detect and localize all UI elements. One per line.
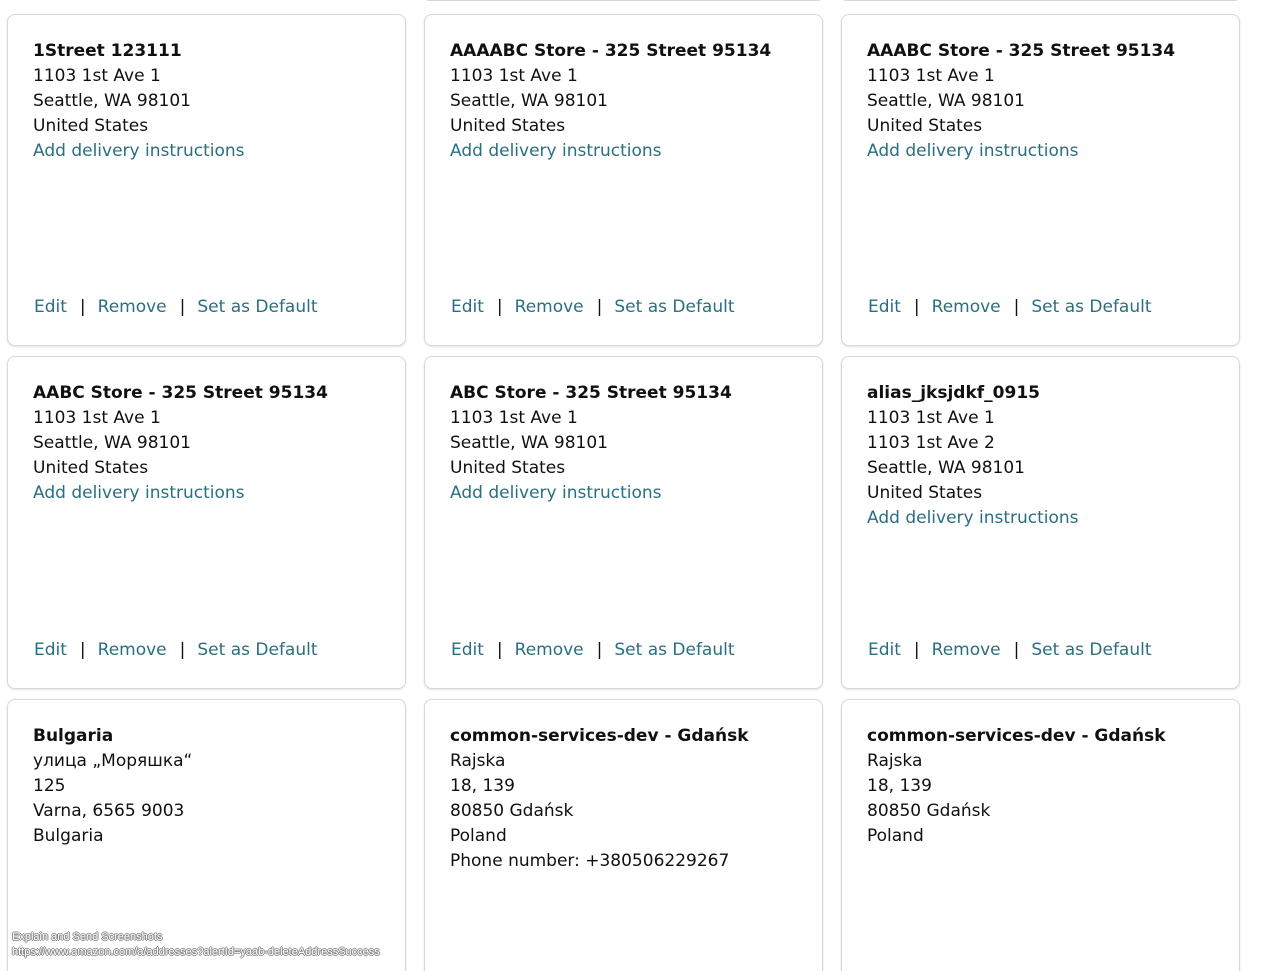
address-actions: Edit | Remove | Set as Default bbox=[34, 638, 318, 662]
address-line: 1103 1st Ave 1 bbox=[867, 408, 995, 428]
remove-link[interactable]: Remove bbox=[98, 297, 167, 317]
address-line: Rajska bbox=[450, 751, 506, 771]
edit-link[interactable]: Edit bbox=[868, 640, 901, 660]
set-as-default-link[interactable]: Set as Default bbox=[197, 640, 317, 660]
address-line: 1103 1st Ave 1 bbox=[867, 66, 995, 86]
address-card: ABC Store - 325 Street 95134 1103 1st Av… bbox=[424, 356, 823, 689]
address-card: AAABC Store - 325 Street 95134 1103 1st … bbox=[841, 14, 1240, 346]
separator: | bbox=[913, 297, 920, 317]
edit-link[interactable]: Edit bbox=[34, 640, 67, 660]
separator: | bbox=[496, 297, 503, 317]
separator: | bbox=[913, 640, 920, 660]
separator: | bbox=[596, 640, 603, 660]
edit-link[interactable]: Edit bbox=[868, 297, 901, 317]
address-line: 125 bbox=[33, 776, 66, 796]
edit-link[interactable]: Edit bbox=[451, 297, 484, 317]
remove-link[interactable]: Remove bbox=[98, 640, 167, 660]
address-line: 80850 Gdańsk bbox=[450, 801, 574, 821]
address-card: common-services-dev - Gdańsk Rajska 18, … bbox=[841, 699, 1240, 971]
remove-link[interactable]: Remove bbox=[515, 640, 584, 660]
set-as-default-link[interactable]: Set as Default bbox=[197, 297, 317, 317]
separator: | bbox=[496, 640, 503, 660]
address-name: Bulgaria bbox=[33, 726, 114, 746]
address-line: Varna, 6565 9003 bbox=[33, 801, 185, 821]
address-line: United States bbox=[33, 116, 149, 136]
address-line: улица „Моряшка“ bbox=[33, 751, 193, 771]
address-card: alias_jksjdkf_0915 1103 1st Ave 1 1103 1… bbox=[841, 356, 1240, 689]
add-delivery-instructions-link[interactable]: Add delivery instructions bbox=[450, 481, 812, 506]
separator: | bbox=[1013, 640, 1020, 660]
add-delivery-instructions-link[interactable]: Add delivery instructions bbox=[867, 139, 1229, 164]
address-line: Seattle, WA 98101 bbox=[33, 91, 191, 111]
address-line: United States bbox=[450, 458, 566, 478]
separator: | bbox=[179, 640, 186, 660]
separator: | bbox=[179, 297, 186, 317]
address-actions: Edit | Remove | Set as Default bbox=[451, 638, 735, 662]
address-line: 18, 139 bbox=[450, 776, 515, 796]
add-delivery-instructions-link[interactable]: Add delivery instructions bbox=[867, 506, 1229, 531]
address-name: AAAABC Store - 325 Street 95134 bbox=[450, 41, 772, 61]
edit-link[interactable]: Edit bbox=[34, 297, 67, 317]
status-title: Explain and Send Screenshots bbox=[12, 931, 163, 943]
status-url: https://www.amazon.com/a/addresses?alert… bbox=[12, 946, 380, 958]
address-name: ABC Store - 325 Street 95134 bbox=[450, 383, 732, 403]
address-card: AABC Store - 325 Street 95134 1103 1st A… bbox=[7, 356, 406, 689]
address-actions: Edit | Remove | Set as Default bbox=[868, 638, 1152, 662]
address-line: United States bbox=[867, 116, 983, 136]
address-line: United States bbox=[867, 483, 983, 503]
separator: | bbox=[79, 640, 86, 660]
previous-card-edge bbox=[424, 0, 823, 1]
address-line: 1103 1st Ave 1 bbox=[450, 66, 578, 86]
phone-number: Phone number: +380506229267 bbox=[450, 851, 730, 871]
separator: | bbox=[79, 297, 86, 317]
address-line: 1103 1st Ave 1 bbox=[450, 408, 578, 428]
set-as-default-link[interactable]: Set as Default bbox=[1031, 640, 1151, 660]
add-delivery-instructions-link[interactable]: Add delivery instructions bbox=[33, 481, 395, 506]
add-delivery-instructions-link[interactable]: Add delivery instructions bbox=[33, 139, 395, 164]
address-line: Seattle, WA 98101 bbox=[450, 91, 608, 111]
separator: | bbox=[1013, 297, 1020, 317]
address-line: 1103 1st Ave 2 bbox=[867, 433, 995, 453]
address-card: AAAABC Store - 325 Street 95134 1103 1st… bbox=[424, 14, 823, 346]
address-actions: Edit | Remove | Set as Default bbox=[451, 295, 735, 319]
address-name: alias_jksjdkf_0915 bbox=[867, 383, 1040, 403]
remove-link[interactable]: Remove bbox=[932, 297, 1001, 317]
status-overlay: Explain and Send Screenshots https://www… bbox=[12, 930, 380, 960]
address-actions: Edit | Remove | Set as Default bbox=[34, 295, 318, 319]
set-as-default-link[interactable]: Set as Default bbox=[614, 297, 734, 317]
previous-card-edge bbox=[841, 0, 1240, 1]
address-book-page: 1Street 123111 1103 1st Ave 1 Seattle, W… bbox=[0, 0, 1265, 971]
address-line: Seattle, WA 98101 bbox=[867, 91, 1025, 111]
address-line: United States bbox=[33, 458, 149, 478]
address-line: Poland bbox=[867, 826, 924, 846]
address-name: AABC Store - 325 Street 95134 bbox=[33, 383, 328, 403]
remove-link[interactable]: Remove bbox=[515, 297, 584, 317]
address-line: 1103 1st Ave 1 bbox=[33, 66, 161, 86]
set-as-default-link[interactable]: Set as Default bbox=[614, 640, 734, 660]
set-as-default-link[interactable]: Set as Default bbox=[1031, 297, 1151, 317]
address-actions: Edit | Remove | Set as Default bbox=[868, 295, 1152, 319]
address-line: Seattle, WA 98101 bbox=[450, 433, 608, 453]
address-card: common-services-dev - Gdańsk Rajska 18, … bbox=[424, 699, 823, 971]
address-line: 18, 139 bbox=[867, 776, 932, 796]
edit-link[interactable]: Edit bbox=[451, 640, 484, 660]
address-line: United States bbox=[450, 116, 566, 136]
remove-link[interactable]: Remove bbox=[932, 640, 1001, 660]
separator: | bbox=[596, 297, 603, 317]
address-name: common-services-dev - Gdańsk bbox=[450, 726, 749, 746]
address-name: AAABC Store - 325 Street 95134 bbox=[867, 41, 1176, 61]
address-card: 1Street 123111 1103 1st Ave 1 Seattle, W… bbox=[7, 14, 406, 346]
address-line: 1103 1st Ave 1 bbox=[33, 408, 161, 428]
address-name: common-services-dev - Gdańsk bbox=[867, 726, 1166, 746]
address-line: Poland bbox=[450, 826, 507, 846]
address-line: Rajska bbox=[867, 751, 923, 771]
address-name: 1Street 123111 bbox=[33, 41, 182, 61]
address-line: Seattle, WA 98101 bbox=[867, 458, 1025, 478]
address-line: 80850 Gdańsk bbox=[867, 801, 991, 821]
address-line: Seattle, WA 98101 bbox=[33, 433, 191, 453]
add-delivery-instructions-link[interactable]: Add delivery instructions bbox=[450, 139, 812, 164]
address-line: Bulgaria bbox=[33, 826, 104, 846]
